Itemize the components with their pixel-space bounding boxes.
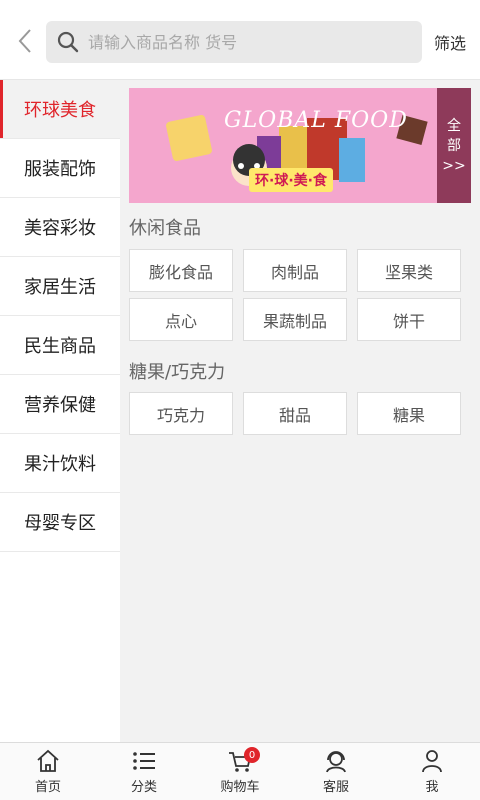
nav-home[interactable]: 首页 <box>0 743 96 800</box>
nav-me[interactable]: 我 <box>384 743 480 800</box>
nav-category-label: 分类 <box>130 780 157 795</box>
subcategory-item[interactable]: 坚果类 <box>357 249 461 292</box>
subcategory-item[interactable]: 巧克力 <box>129 392 233 435</box>
nav-service[interactable]: 客服 <box>288 743 384 800</box>
user-icon <box>422 750 442 773</box>
filter-button[interactable]: 筛选 <box>434 30 466 54</box>
view-all-button[interactable]: 全 部 >> <box>437 88 471 203</box>
nav-home-label: 首页 <box>34 780 61 795</box>
bottom-nav: 首页 分类 0 购物车 客服 我 <box>0 742 480 800</box>
section-title-candy: 糖果/巧克力 <box>129 362 226 383</box>
chevron-left-icon <box>18 29 31 53</box>
sidebar-item-home[interactable]: 家居生活 <box>0 257 120 316</box>
view-all-arrow: >> <box>442 157 466 174</box>
sidebar-item-baby[interactable]: 母婴专区 <box>0 493 120 552</box>
cart-count-badge: 0 <box>244 747 260 763</box>
search-input[interactable] <box>88 32 388 52</box>
sidebar-item-beauty[interactable]: 美容彩妆 <box>0 198 120 257</box>
sidebar-item-health[interactable]: 营养保健 <box>0 375 120 434</box>
view-all-label-2: 部 <box>447 137 461 154</box>
top-bar: 筛选 <box>0 0 480 80</box>
sidebar-item-global-food[interactable]: 环球美食 <box>0 80 120 139</box>
subcategory-grid-snacks: 膨化食品 肉制品 坚果类 点心 果蔬制品 饼干 <box>129 249 462 341</box>
subcategory-item[interactable]: 点心 <box>129 298 233 341</box>
home-icon <box>37 749 59 772</box>
banner-title: GLOBAL FOOD <box>224 108 408 133</box>
category-banner[interactable]: GLOBAL FOOD 环·球·美·食 全 部 >> <box>129 88 471 203</box>
nav-cart-label: 购物车 <box>220 780 260 795</box>
category-sidebar: 环球美食 服装配饰 美容彩妆 家居生活 民生商品 营养保健 果汁饮料 母婴专区 <box>0 80 120 742</box>
sidebar-item-daily-goods[interactable]: 民生商品 <box>0 316 120 375</box>
nav-service-label: 客服 <box>322 780 349 795</box>
sidebar-item-drinks[interactable]: 果汁饮料 <box>0 434 120 493</box>
view-all-label-1: 全 <box>447 117 461 134</box>
nav-me-label: 我 <box>425 780 439 795</box>
search-box[interactable] <box>46 21 422 63</box>
subcategory-item[interactable]: 饼干 <box>357 298 461 341</box>
search-icon <box>57 31 79 53</box>
list-icon <box>133 752 155 770</box>
nav-cart[interactable]: 0 购物车 <box>192 743 288 800</box>
customer-service-icon <box>326 751 346 773</box>
subcategory-grid-candy: 巧克力 甜品 糖果 <box>129 392 462 435</box>
subcategory-item[interactable]: 膨化食品 <box>129 249 233 292</box>
subcategory-item[interactable]: 肉制品 <box>243 249 347 292</box>
back-button[interactable] <box>10 22 40 60</box>
banner-tag: 环·球·美·食 <box>249 168 333 192</box>
subcategory-item[interactable]: 甜品 <box>243 392 347 435</box>
category-content: GLOBAL FOOD 环·球·美·食 全 部 >> 休闲食品 膨化食品 肉制品… <box>120 80 480 742</box>
sidebar-item-clothing[interactable]: 服装配饰 <box>0 139 120 198</box>
section-title-snacks: 休闲食品 <box>129 218 201 239</box>
nav-category[interactable]: 分类 <box>96 743 192 800</box>
subcategory-item[interactable]: 糖果 <box>357 392 461 435</box>
subcategory-item[interactable]: 果蔬制品 <box>243 298 347 341</box>
